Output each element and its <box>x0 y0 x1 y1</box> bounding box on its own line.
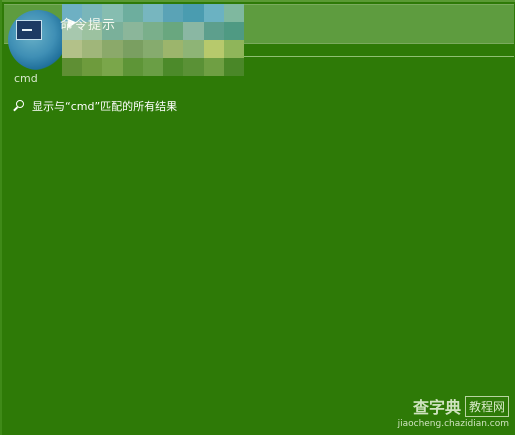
icon-ring <box>12 54 68 70</box>
watermark-brand: 查字典 <box>412 398 461 417</box>
search-all-suffix: ”匹配的所有结果 <box>94 100 178 113</box>
search-icon <box>12 99 26 113</box>
search-all-results-link[interactable]: 显示与“cmd”匹配的所有结果 <box>12 98 177 114</box>
command-prompt-icon <box>8 10 68 70</box>
search-query: cmd <box>70 100 95 113</box>
best-match-divider <box>244 56 514 57</box>
best-match-result[interactable]: 命令提示 cmd <box>4 4 514 94</box>
watermark-url: jiaocheng.chazidian.com <box>397 419 509 429</box>
window-left-border <box>0 0 2 435</box>
window-top-border <box>0 0 515 2</box>
app-description: 命令提示 <box>60 18 117 33</box>
app-name: cmd <box>14 72 38 85</box>
cmd-window-glyph <box>16 20 42 40</box>
search-all-label: 显示与“cmd”匹配的所有结果 <box>32 98 177 114</box>
watermark: 查字典 教程网 jiaocheng.chazidian.com <box>379 394 509 429</box>
watermark-tag: 教程网 <box>464 395 509 417</box>
search-all-prefix: 显示与“ <box>32 100 71 113</box>
